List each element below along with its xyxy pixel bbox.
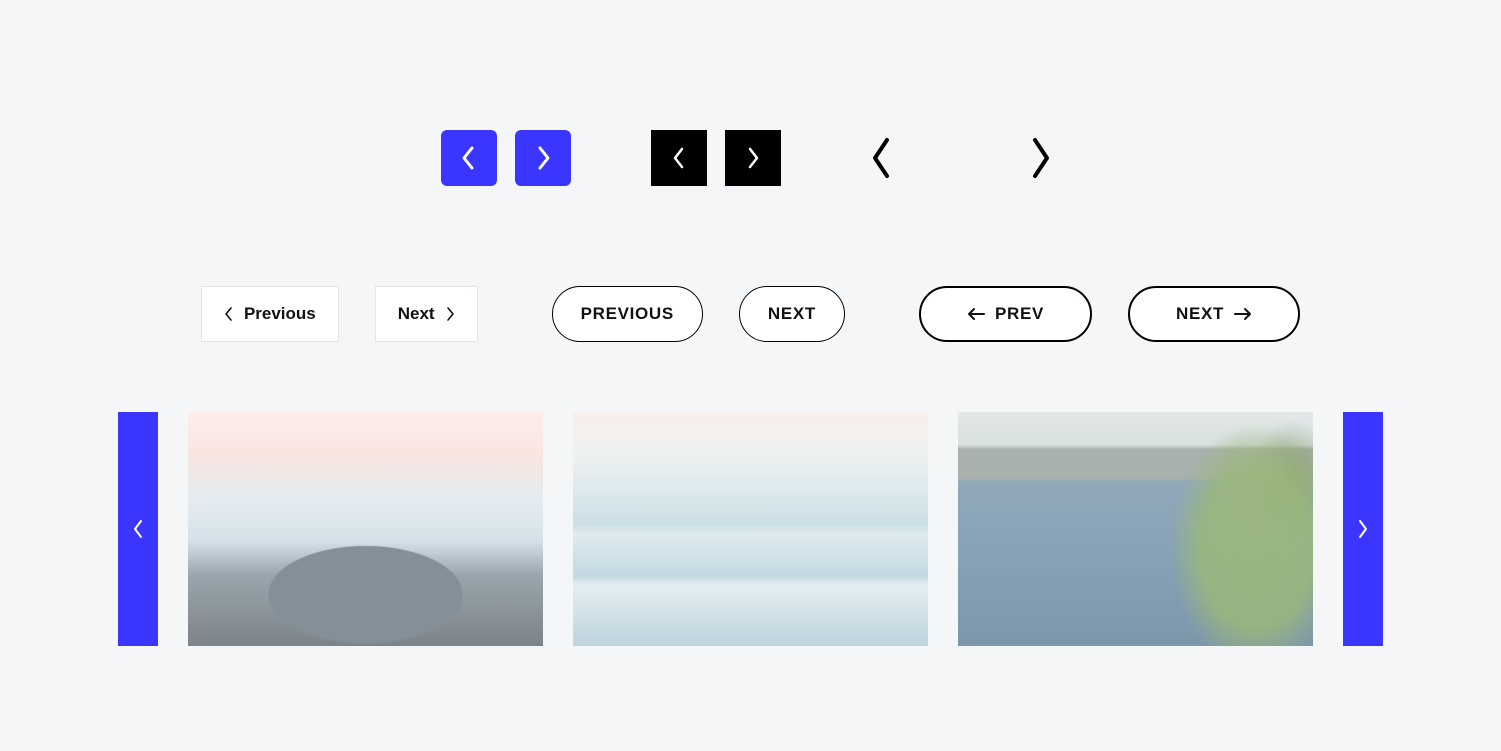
prev-button-blue[interactable] [441,130,497,186]
bare-chevron-group [861,130,1061,186]
chevron-left-icon [671,145,687,171]
next-button-rect[interactable]: Next [375,286,478,342]
next-button-bare[interactable] [1021,130,1061,186]
carousel-slide [188,412,543,646]
arrow-left-icon [967,307,985,321]
chevron-right-icon [745,145,761,171]
chevron-left-icon [224,306,234,322]
blue-square-group [441,130,571,186]
nav-button-showcase: Previous Next PREVIOUS NEXT PREV NEXT [0,0,1501,751]
icon-button-row [0,130,1501,186]
next-button-blue[interactable] [515,130,571,186]
button-label: Previous [244,304,316,324]
chevron-left-icon [131,518,145,540]
button-label: PREV [995,304,1044,324]
button-label: NEXT [768,304,816,324]
chevron-left-icon [867,134,895,182]
chevron-left-icon [460,144,478,172]
chevron-right-icon [1027,134,1055,182]
prev-button-thick-pill[interactable]: PREV [919,286,1092,342]
button-label: Next [398,304,435,324]
carousel-slide [573,412,928,646]
carousel-prev-button[interactable] [118,412,158,646]
prev-button-bare[interactable] [861,130,901,186]
carousel-slide [958,412,1313,646]
arrow-right-icon [1234,307,1252,321]
chevron-right-icon [1356,518,1370,540]
previous-button-rect[interactable]: Previous [201,286,339,342]
next-button-thick-pill[interactable]: NEXT [1128,286,1300,342]
previous-button-pill[interactable]: PREVIOUS [552,286,703,342]
next-button-black[interactable] [725,130,781,186]
button-label: PREVIOUS [581,304,674,324]
thick-pill-button-pair: PREV NEXT [919,286,1300,342]
prev-button-black[interactable] [651,130,707,186]
chevron-right-icon [445,306,455,322]
black-square-group [651,130,781,186]
next-button-pill[interactable]: NEXT [739,286,845,342]
chevron-right-icon [534,144,552,172]
pill-button-pair: PREVIOUS NEXT [552,286,845,342]
image-carousel [118,412,1383,646]
button-label: NEXT [1176,304,1224,324]
rect-button-pair: Previous Next [201,286,478,342]
carousel-slides [188,412,1313,646]
carousel-next-button[interactable] [1343,412,1383,646]
labeled-button-row: Previous Next PREVIOUS NEXT PREV NEXT [0,286,1501,342]
